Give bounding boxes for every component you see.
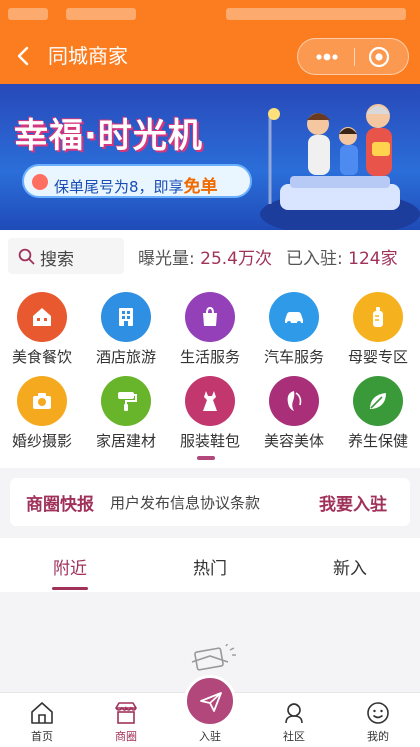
leaf-icon (353, 376, 403, 426)
search-placeholder: 搜索 (40, 250, 74, 270)
nav-post-label: 入驻 (199, 730, 221, 743)
category-label: 酒店旅游 (95, 348, 156, 366)
news-tag: 商圈快报 (26, 495, 94, 515)
bag-icon (185, 292, 235, 342)
banner-title: 幸福·时光机 (14, 116, 203, 156)
category-hotel[interactable]: 酒店旅游 (84, 284, 168, 374)
page-title: 同城商家 (48, 44, 128, 68)
category-wedding-photo[interactable]: 婚纱摄影 (0, 368, 84, 458)
nav-mine[interactable]: 我的 (336, 693, 420, 747)
smiley-icon (367, 702, 389, 724)
filter-tabs: 附近 热门 新入 (0, 538, 420, 592)
joined-value: 124家 (348, 249, 398, 269)
category-label: 母婴专区 (347, 348, 408, 366)
promo-banner[interactable]: 幸福·时光机 保单尾号为8，即享免单 (0, 84, 420, 230)
category-health[interactable]: 养生保健 (336, 368, 420, 458)
mini-program-capsule (297, 38, 409, 75)
status-time (8, 8, 48, 20)
community-icon (285, 703, 303, 724)
category-label: 服装鞋包 (179, 432, 240, 450)
nav-post[interactable]: 入驻 (168, 675, 252, 747)
carousel-indicator-active (197, 456, 215, 460)
banner-subtitle: 保单尾号为8，即享免单 (54, 172, 218, 197)
more-icon[interactable] (312, 47, 342, 67)
joined-label: 已入驻: (286, 249, 343, 269)
category-mother-baby[interactable]: 母婴专区 (336, 284, 420, 374)
post-button[interactable] (184, 675, 236, 727)
banner-subtitle-prefix: 保单尾号为8，即享 (54, 178, 184, 196)
family-illustration-icon (260, 104, 420, 230)
bottle-icon (353, 292, 403, 342)
dress-icon (185, 376, 235, 426)
status-notifications (66, 8, 136, 20)
tab-popular[interactable]: 热门 (140, 554, 280, 579)
app-header: 同城商家 (0, 0, 420, 84)
hotel-icon (101, 292, 151, 342)
face-icon (269, 376, 319, 426)
tab-nearby[interactable]: 附近 (0, 554, 140, 579)
category-label: 婚纱摄影 (11, 432, 72, 450)
search-input[interactable]: 搜索 (8, 238, 124, 274)
category-label: 养生保健 (347, 432, 408, 450)
nav-home-label: 首页 (31, 730, 53, 743)
exposure-value: 25.4万次 (200, 249, 272, 269)
tab-new[interactable]: 新入 (280, 554, 420, 579)
banner-subtitle-pill: 保单尾号为8，即享免单 (22, 164, 252, 198)
banner-subtitle-highlight: 免单 (183, 177, 218, 197)
page: 同城商家 幸福·时光机 保单尾号为8，即享免单 搜索 曝光量: 25.4万次 已… (0, 0, 420, 747)
nav-shop-label: 商圈 (115, 730, 137, 743)
exposure-label: 曝光量: (138, 249, 195, 269)
category-car[interactable]: 汽车服务 (252, 284, 336, 374)
nav-community-label: 社区 (283, 730, 305, 743)
store-icon (115, 702, 137, 724)
car-icon (269, 292, 319, 342)
nav-community[interactable]: 社区 (252, 693, 336, 747)
house-icon (17, 292, 67, 342)
roller-icon (101, 376, 151, 426)
search-icon (18, 248, 35, 265)
category-label: 生活服务 (179, 348, 240, 366)
nav-home[interactable]: 首页 (0, 693, 84, 747)
camera-icon (17, 376, 67, 426)
nav-mine-label: 我的 (367, 730, 389, 743)
join-button[interactable]: 我要入驻 (319, 490, 387, 515)
search-stats-row: 搜索 曝光量: 25.4万次 已入驻: 124家 (0, 230, 420, 282)
category-label: 美食餐饮 (11, 348, 72, 366)
status-bar (0, 0, 420, 28)
close-mini-program-icon[interactable] (368, 46, 390, 68)
category-grid: 美食餐饮 酒店旅游 生活服务 汽车服务 母婴专区 婚纱摄影 家居建材 服装鞋包 … (0, 282, 420, 468)
category-label: 美容美体 (263, 432, 324, 450)
status-indicators (226, 8, 406, 20)
home-icon (31, 702, 53, 724)
back-icon[interactable] (12, 44, 34, 68)
news-item[interactable]: 用户发布信息协议条款 (110, 492, 260, 513)
joined-stat: 已入驻: 124家 (286, 244, 398, 269)
category-label: 汽车服务 (263, 348, 324, 366)
apple-icon (32, 174, 48, 190)
nav-shop[interactable]: 商圈 (84, 693, 168, 747)
bottom-tab-bar: 首页 商圈 入驻 社区 我的 (0, 675, 420, 747)
category-home-building[interactable]: 家居建材 (84, 368, 168, 458)
category-label: 家居建材 (95, 432, 156, 450)
category-beauty[interactable]: 美容美体 (252, 368, 336, 458)
category-food[interactable]: 美食餐饮 (0, 284, 84, 374)
tab-active-indicator (52, 587, 88, 590)
category-life-service[interactable]: 生活服务 (168, 284, 252, 374)
capsule-divider (354, 48, 355, 66)
category-clothing[interactable]: 服装鞋包 (168, 368, 252, 458)
exposure-stat: 曝光量: 25.4万次 (138, 244, 272, 269)
paper-plane-icon (200, 692, 222, 712)
news-bar: 商圈快报 用户发布信息协议条款 我要入驻 (10, 478, 410, 526)
